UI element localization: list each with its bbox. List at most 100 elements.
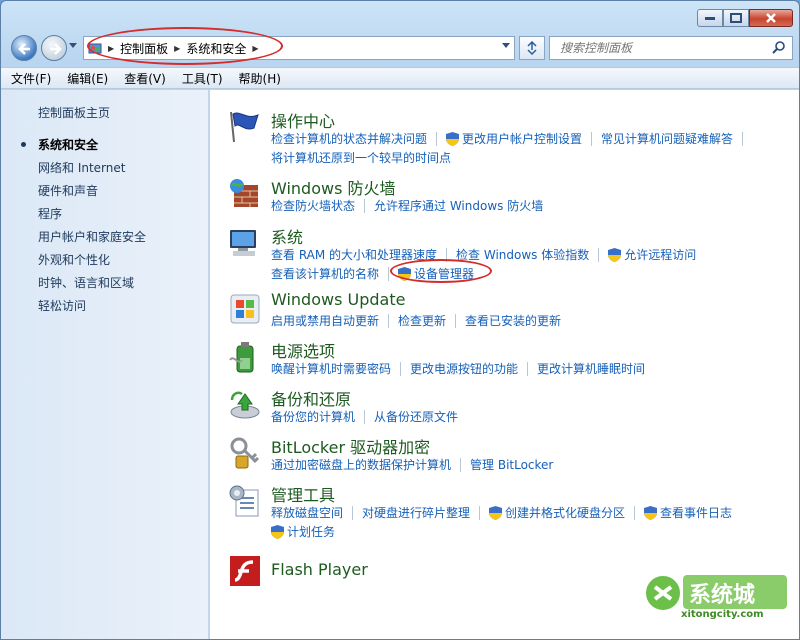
minimize-icon: [705, 17, 715, 20]
task-link[interactable]: 从备份还原文件: [374, 408, 458, 425]
navigation-bar: ▶ 控制面板 ▶ 系统和安全 ▶: [1, 31, 799, 63]
task-link[interactable]: 备份您的计算机: [271, 408, 355, 425]
backup-icon: [230, 391, 260, 419]
sidebar-item-programs[interactable]: 程序: [38, 206, 146, 229]
watermark-brand: 系统城: [689, 583, 756, 608]
task-link[interactable]: 计划任务: [287, 523, 335, 540]
task-link[interactable]: 允许程序通过 Windows 防火墙: [374, 197, 543, 214]
separator: [455, 313, 457, 328]
task-link[interactable]: 更改电源按钮的功能: [410, 360, 518, 377]
task-link[interactable]: 检查计算机的状态并解决问题: [271, 130, 427, 147]
separator: [364, 198, 366, 213]
uac-shield-icon: [644, 505, 658, 520]
sidebar-list: 系统和安全 网络和 Internet 硬件和声音 程序 用户帐户和家庭安全 外观…: [20, 137, 146, 321]
control-panel-home-link[interactable]: 控制面板主页: [38, 104, 110, 121]
uac-shield-icon: [271, 524, 284, 539]
category-title[interactable]: Windows 防火墙: [271, 175, 396, 199]
task-link[interactable]: 创建并格式化硬盘分区: [505, 504, 625, 521]
category-title[interactable]: 管理工具: [271, 482, 335, 506]
category-title[interactable]: Flash Player: [271, 560, 368, 579]
task-link[interactable]: 释放磁盘空间: [271, 504, 343, 521]
link-row: 唤醒计算机时需要密码 更改电源按钮的功能 更改计算机睡眠时间: [271, 360, 645, 377]
separator: [388, 266, 390, 281]
address-bar[interactable]: ▶ 控制面板 ▶ 系统和安全 ▶: [83, 36, 515, 60]
menu-edit[interactable]: 编辑(E): [67, 70, 108, 87]
separator: [527, 361, 529, 376]
task-link[interactable]: 更改计算机睡眠时间: [537, 360, 645, 377]
uac-shield-icon: [446, 131, 460, 146]
separator: [742, 131, 744, 146]
task-link[interactable]: 启用或禁用自动更新: [271, 312, 379, 329]
refresh-icon: [527, 41, 537, 55]
sidebar-item-system-security[interactable]: 系统和安全: [20, 137, 146, 160]
link-row: 将计算机还原到一个较早的时间点: [271, 149, 451, 166]
sidebar-item-appearance[interactable]: 外观和个性化: [38, 252, 146, 275]
separator: [400, 361, 402, 376]
menu-view[interactable]: 查看(V): [124, 70, 166, 87]
task-link[interactable]: 查看事件日志: [660, 504, 732, 521]
task-link[interactable]: 常见计算机问题疑难解答: [601, 130, 733, 147]
separator: [460, 457, 462, 472]
menu-tools[interactable]: 工具(T): [182, 70, 223, 87]
category-title[interactable]: 操作中心: [271, 108, 335, 132]
breadcrumb-separator-icon: ▶: [252, 43, 259, 53]
category-title[interactable]: 电源选项: [271, 338, 335, 362]
separator: [479, 505, 481, 520]
task-link[interactable]: 检查 Windows 体验指数: [456, 246, 589, 263]
refresh-button[interactable]: [519, 36, 545, 60]
task-link[interactable]: 管理 BitLocker: [470, 456, 553, 473]
task-link[interactable]: 查看该计算机的名称: [271, 265, 379, 282]
back-button[interactable]: [11, 35, 37, 61]
task-link[interactable]: 通过加密磁盘上的数据保护计算机: [271, 456, 451, 473]
sidebar-item-clock-language[interactable]: 时钟、语言和区域: [38, 275, 146, 298]
navigation-pane: 控制面板主页 系统和安全 网络和 Internet 硬件和声音 程序 用户帐户和…: [1, 90, 209, 639]
search-box[interactable]: [549, 36, 793, 60]
category-title[interactable]: 备份和还原: [271, 386, 351, 410]
link-row: 查看 RAM 的大小和处理器速度 检查 Windows 体验指数 允许远程访问: [271, 246, 696, 263]
task-link[interactable]: 唤醒计算机时需要密码: [271, 360, 391, 377]
recent-pages-dropdown-icon[interactable]: [69, 43, 77, 49]
task-link[interactable]: 允许远程访问: [624, 246, 696, 263]
task-link[interactable]: 检查更新: [398, 312, 446, 329]
computer-icon: [230, 230, 256, 256]
link-row: 检查防火墙状态 允许程序通过 Windows 防火墙: [271, 197, 543, 214]
maximize-button[interactable]: [723, 9, 749, 27]
control-panel-icon: [88, 43, 102, 54]
minimize-button[interactable]: [697, 9, 723, 27]
firewall-icon: [230, 179, 258, 207]
separator: [388, 313, 390, 328]
sidebar-item-network-internet[interactable]: 网络和 Internet: [38, 160, 146, 183]
menu-help[interactable]: 帮助(H): [239, 70, 281, 87]
search-icon[interactable]: [772, 41, 786, 55]
forward-button[interactable]: [41, 35, 67, 61]
watermark-logo: 系统城 xitongcity.com: [641, 569, 791, 623]
close-button[interactable]: [749, 9, 793, 27]
menu-file[interactable]: 文件(F): [11, 70, 51, 87]
address-dropdown-icon[interactable]: [502, 43, 510, 49]
separator: [598, 247, 600, 262]
task-link[interactable]: 查看 RAM 的大小和处理器速度: [271, 246, 437, 263]
breadcrumb-system-security[interactable]: 系统和安全: [186, 40, 246, 57]
task-link[interactable]: 更改用户帐户控制设置: [462, 130, 582, 147]
breadcrumb-separator-icon: ▶: [108, 43, 115, 53]
flag-icon: [230, 111, 259, 143]
battery-icon: [229, 342, 254, 373]
task-link[interactable]: 查看已安装的更新: [465, 312, 561, 329]
category-title[interactable]: 系统: [271, 224, 303, 248]
search-input[interactable]: [550, 37, 760, 59]
breadcrumb-separator-icon: ▶: [174, 43, 181, 53]
sidebar-item-ease-of-access[interactable]: 轻松访问: [38, 298, 146, 321]
breadcrumb-control-panel[interactable]: 控制面板: [120, 40, 168, 57]
device-manager-link[interactable]: 设备管理器: [414, 265, 474, 282]
link-row: 计划任务: [271, 523, 335, 540]
link-row: 释放磁盘空间 对硬盘进行碎片整理 创建并格式化硬盘分区 查看事件日志: [271, 504, 732, 521]
task-link[interactable]: 对硬盘进行碎片整理: [362, 504, 470, 521]
flash-icon: [230, 556, 260, 586]
caption-buttons: [697, 9, 793, 27]
sidebar-item-hardware-sound[interactable]: 硬件和声音: [38, 183, 146, 206]
sidebar-item-user-accounts[interactable]: 用户帐户和家庭安全: [38, 229, 146, 252]
category-title[interactable]: Windows Update: [271, 290, 405, 309]
category-title[interactable]: BitLocker 驱动器加密: [271, 434, 430, 458]
task-link[interactable]: 将计算机还原到一个较早的时间点: [271, 149, 451, 166]
task-link[interactable]: 检查防火墙状态: [271, 197, 355, 214]
